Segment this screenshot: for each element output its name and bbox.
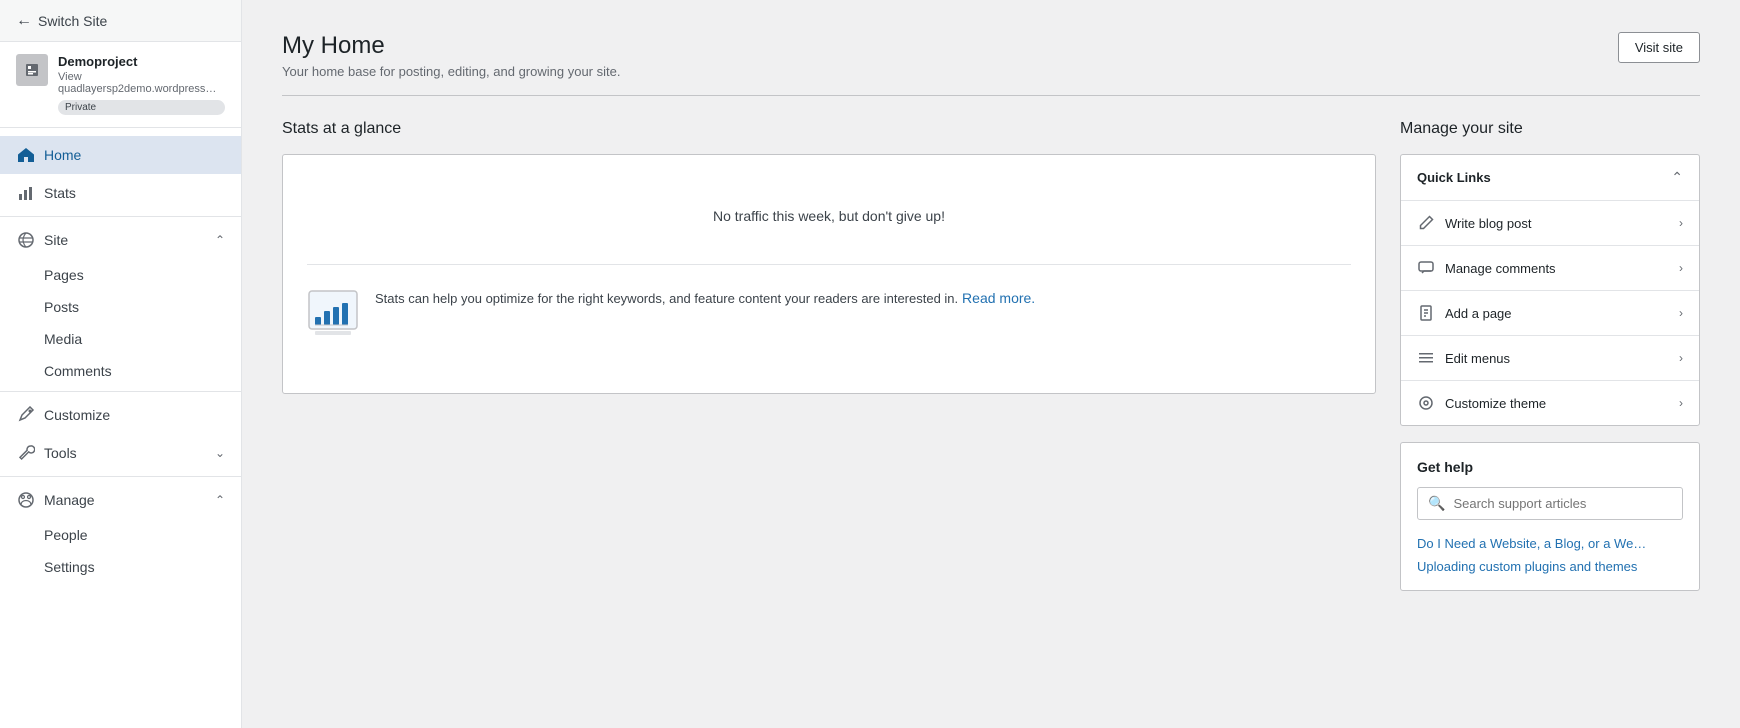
support-search-box: 🔍 bbox=[1417, 487, 1683, 520]
comments-label: Comments bbox=[44, 363, 112, 379]
quick-link-add-page-label: Add a page bbox=[1445, 306, 1669, 321]
sidebar-nav: Home Stats Site ⌃ Pages Posts Media Comm… bbox=[0, 128, 241, 591]
stats-promo-text: Stats can help you optimize for the righ… bbox=[375, 291, 958, 306]
menus-icon bbox=[1417, 349, 1435, 367]
page-header-left: My Home Your home base for posting, edit… bbox=[282, 32, 620, 79]
sidebar-stats-label: Stats bbox=[44, 185, 76, 201]
search-icon: 🔍 bbox=[1428, 495, 1445, 512]
edit-menus-chevron: › bbox=[1679, 351, 1683, 365]
nav-divider-2 bbox=[0, 391, 241, 392]
stats-chart-icon bbox=[307, 289, 359, 341]
sidebar-item-manage[interactable]: Manage ⌃ bbox=[0, 481, 241, 519]
sidebar-item-customize[interactable]: Customize bbox=[0, 396, 241, 434]
sidebar-customize-label: Customize bbox=[44, 407, 110, 423]
write-blog-post-chevron: › bbox=[1679, 216, 1683, 230]
right-panel: Manage your site Quick Links ⌃ Write blo… bbox=[1400, 120, 1700, 591]
sidebar-item-comments[interactable]: Comments bbox=[0, 355, 241, 387]
private-badge: Private bbox=[58, 100, 225, 115]
customize-icon bbox=[16, 405, 36, 425]
page-title: My Home bbox=[282, 32, 620, 60]
manage-site-title: Manage your site bbox=[1400, 120, 1700, 138]
help-link-1[interactable]: Do I Need a Website, a Blog, or a We… bbox=[1417, 536, 1683, 551]
media-label: Media bbox=[44, 331, 82, 347]
sidebar-item-pages[interactable]: Pages bbox=[0, 259, 241, 291]
quick-link-customize-theme[interactable]: Customize theme › bbox=[1401, 381, 1699, 425]
posts-label: Posts bbox=[44, 299, 79, 315]
manage-icon bbox=[16, 490, 36, 510]
sidebar-tools-label: Tools bbox=[44, 445, 77, 461]
stats-section: Stats at a glance No traffic this week, … bbox=[282, 120, 1376, 394]
customize-theme-chevron: › bbox=[1679, 396, 1683, 410]
brush-icon bbox=[1417, 394, 1435, 412]
content-row: Stats at a glance No traffic this week, … bbox=[282, 120, 1700, 591]
get-help-card: Get help 🔍 Do I Need a Website, a Blog, … bbox=[1400, 442, 1700, 591]
manage-chevron-icon: ⌃ bbox=[215, 493, 225, 507]
stats-title: Stats at a glance bbox=[282, 120, 1376, 138]
add-page-chevron: › bbox=[1679, 306, 1683, 320]
arrow-left-icon: ← bbox=[16, 12, 32, 30]
stats-promo-text-container: Stats can help you optimize for the righ… bbox=[375, 289, 1035, 309]
manage-comments-chevron: › bbox=[1679, 261, 1683, 275]
nav-divider-1 bbox=[0, 216, 241, 217]
switch-site-button[interactable]: ← Switch Site bbox=[0, 0, 241, 42]
site-details: Demoproject View quadlayersp2demo.wordpr… bbox=[58, 54, 225, 115]
site-info: Demoproject View quadlayersp2demo.wordpr… bbox=[0, 42, 241, 128]
sidebar-manage-label: Manage bbox=[44, 492, 95, 508]
document-icon bbox=[1417, 304, 1435, 322]
help-link-2[interactable]: Uploading custom plugins and themes bbox=[1417, 559, 1683, 574]
quick-links-label: Quick Links bbox=[1417, 170, 1491, 185]
get-help-title: Get help bbox=[1417, 459, 1683, 475]
quick-link-edit-menus[interactable]: Edit menus › bbox=[1401, 336, 1699, 381]
page-subtitle: Your home base for posting, editing, and… bbox=[282, 64, 620, 79]
switch-site-label: Switch Site bbox=[38, 13, 107, 29]
sidebar-item-settings[interactable]: Settings bbox=[0, 551, 241, 583]
quick-link-manage-comments-label: Manage comments bbox=[1445, 261, 1669, 276]
support-search-input[interactable] bbox=[1453, 496, 1672, 511]
quick-link-customize-theme-label: Customize theme bbox=[1445, 396, 1669, 411]
tools-chevron-icon: ⌄ bbox=[215, 446, 225, 460]
help-links: Do I Need a Website, a Blog, or a We… Up… bbox=[1417, 536, 1683, 574]
stats-card: No traffic this week, but don't give up! bbox=[282, 154, 1376, 394]
stats-icon bbox=[16, 183, 36, 203]
read-more-link[interactable]: Read more. bbox=[962, 290, 1035, 306]
people-label: People bbox=[44, 527, 88, 543]
sidebar-home-label: Home bbox=[44, 147, 81, 163]
quick-link-manage-comments[interactable]: Manage comments › bbox=[1401, 246, 1699, 291]
stats-promo: Stats can help you optimize for the righ… bbox=[307, 264, 1351, 341]
tools-icon bbox=[16, 443, 36, 463]
settings-label: Settings bbox=[44, 559, 95, 575]
quick-link-write-blog-post-label: Write blog post bbox=[1445, 216, 1669, 231]
quick-links-collapse-icon[interactable]: ⌃ bbox=[1671, 169, 1683, 186]
sidebar: ← Switch Site Demoproject View quadlayer… bbox=[0, 0, 242, 728]
site-name: Demoproject bbox=[58, 54, 225, 69]
quick-links-card: Quick Links ⌃ Write blog post › Ma bbox=[1400, 154, 1700, 426]
pages-label: Pages bbox=[44, 267, 84, 283]
page-header: My Home Your home base for posting, edit… bbox=[282, 32, 1700, 79]
sidebar-item-people[interactable]: People bbox=[0, 519, 241, 551]
site-chevron-icon: ⌃ bbox=[215, 233, 225, 247]
comment-icon bbox=[1417, 259, 1435, 277]
sidebar-item-media[interactable]: Media bbox=[0, 323, 241, 355]
header-divider bbox=[282, 95, 1700, 96]
visit-site-button[interactable]: Visit site bbox=[1618, 32, 1700, 63]
sidebar-site-label: Site bbox=[44, 232, 68, 248]
main-content: My Home Your home base for posting, edit… bbox=[242, 0, 1740, 728]
sidebar-item-home[interactable]: Home bbox=[0, 136, 241, 174]
site-icon bbox=[16, 54, 48, 86]
quick-link-write-blog-post[interactable]: Write blog post › bbox=[1401, 201, 1699, 246]
sidebar-item-tools[interactable]: Tools ⌄ bbox=[0, 434, 241, 472]
quick-link-add-page[interactable]: Add a page › bbox=[1401, 291, 1699, 336]
sidebar-item-site[interactable]: Site ⌃ bbox=[0, 221, 241, 259]
site-url: View quadlayersp2demo.wordpress… bbox=[58, 71, 225, 95]
no-traffic-message: No traffic this week, but don't give up! bbox=[713, 208, 945, 224]
quick-links-header: Quick Links ⌃ bbox=[1401, 155, 1699, 201]
site-nav-icon bbox=[16, 230, 36, 250]
sidebar-item-posts[interactable]: Posts bbox=[0, 291, 241, 323]
quick-link-edit-menus-label: Edit menus bbox=[1445, 351, 1669, 366]
nav-divider-3 bbox=[0, 476, 241, 477]
home-icon bbox=[16, 145, 36, 165]
pencil-icon bbox=[1417, 214, 1435, 232]
sidebar-item-stats[interactable]: Stats bbox=[0, 174, 241, 212]
